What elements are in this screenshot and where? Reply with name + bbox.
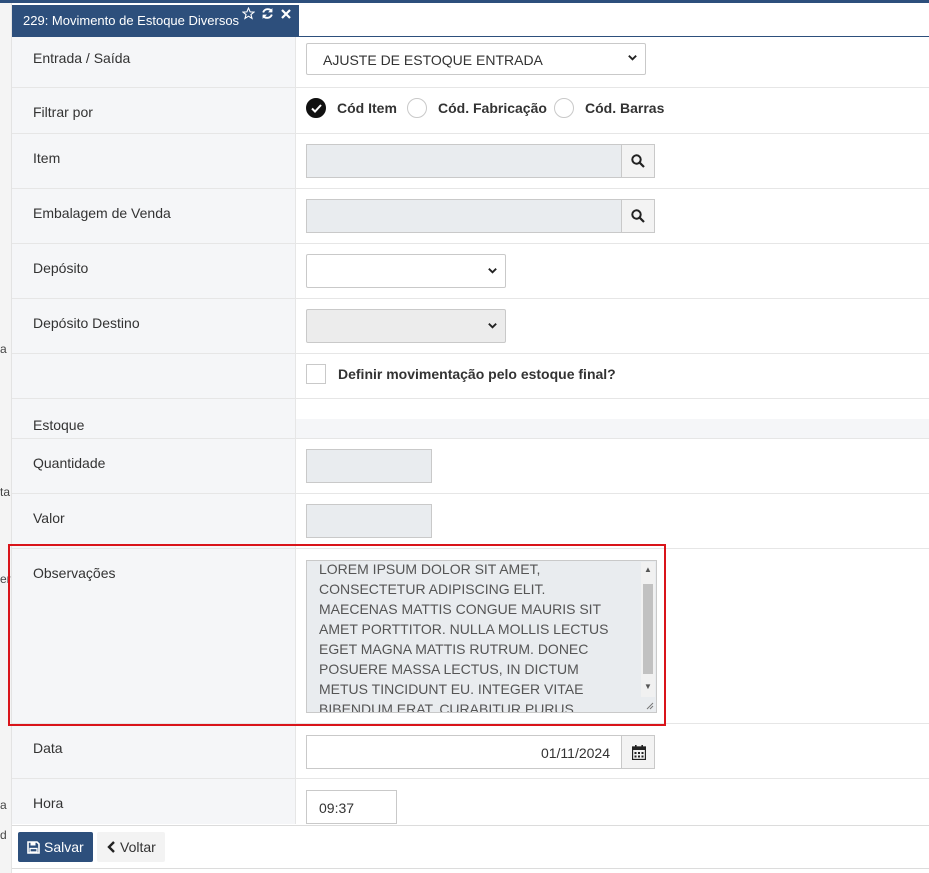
top-accent-bar xyxy=(0,0,929,3)
row-definir: Definir movimentação pelo estoque final? xyxy=(12,354,929,399)
chevron-down-icon xyxy=(488,268,497,274)
definir-label: Definir movimentação pelo estoque final? xyxy=(338,366,616,382)
radio-checked-icon xyxy=(306,98,326,118)
deposito-label: Depósito xyxy=(33,260,89,276)
form-footer: Salvar Voltar xyxy=(12,825,929,869)
row-hora: Hora 09:37 xyxy=(12,779,929,824)
deposito-destino-label: Depósito Destino xyxy=(33,315,140,331)
scroll-up-icon[interactable]: ▲ xyxy=(644,566,652,574)
search-icon xyxy=(631,209,645,223)
edge-text-fragment: er xyxy=(0,572,11,586)
edge-text-fragment: a xyxy=(0,798,7,812)
radio-unchecked-icon xyxy=(407,98,427,118)
chevron-down-icon xyxy=(628,55,637,61)
radio-label: Cód. Fabricação xyxy=(438,100,547,116)
observacoes-textarea[interactable]: LOREM IPSUM DOLOR SIT AMET, CONSECTETUR … xyxy=(306,560,657,713)
floppy-disk-icon xyxy=(27,841,40,854)
row-filtrar-por: Filtrar por Cód Item Cód. Fabricação Cód… xyxy=(12,88,929,134)
edge-text-fragment: d xyxy=(0,828,7,842)
refresh-icon[interactable] xyxy=(261,7,274,23)
filtrar-por-label: Filtrar por xyxy=(33,104,93,120)
row-valor: Valor xyxy=(12,494,929,549)
embalagem-input[interactable] xyxy=(306,199,621,233)
radio-label: Cód. Barras xyxy=(585,100,665,116)
window-tab[interactable]: 229: Movimento de Estoque Diversos xyxy=(12,5,299,36)
entrada-saida-select[interactable]: AJUSTE DE ESTOQUE ENTRADA xyxy=(306,43,646,75)
calendar-icon xyxy=(632,745,646,760)
data-label: Data xyxy=(33,740,63,756)
quantidade-label: Quantidade xyxy=(33,455,106,471)
deposito-destino-select[interactable] xyxy=(306,309,506,343)
item-input[interactable] xyxy=(306,144,621,178)
item-label: Item xyxy=(33,150,61,166)
row-estoque-section: Estoque xyxy=(12,399,929,439)
save-label: Salvar xyxy=(44,839,84,855)
background-page-edge: a ta er a d xyxy=(0,3,12,873)
quantidade-input[interactable] xyxy=(306,449,432,483)
stock-movement-form: Entrada / Saída AJUSTE DE ESTOQUE ENTRAD… xyxy=(12,37,929,824)
row-embalagem: Embalagem de Venda xyxy=(12,189,929,244)
deposito-select[interactable] xyxy=(306,254,506,288)
row-entrada-saida: Entrada / Saída AJUSTE DE ESTOQUE ENTRAD… xyxy=(12,37,929,88)
embalagem-search-button[interactable] xyxy=(621,199,655,233)
search-icon xyxy=(631,154,645,168)
time-input[interactable]: 09:37 xyxy=(306,790,397,824)
estoque-section-title: Estoque xyxy=(33,417,85,433)
observacoes-text: LOREM IPSUM DOLOR SIT AMET, CONSECTETUR … xyxy=(319,561,609,713)
close-icon[interactable] xyxy=(280,7,292,23)
edge-text-fragment: a xyxy=(0,342,7,356)
embalagem-label: Embalagem de Venda xyxy=(33,205,171,221)
chevron-left-icon xyxy=(107,841,115,853)
radio-label: Cód Item xyxy=(337,100,397,116)
entrada-saida-label: Entrada / Saída xyxy=(33,50,131,66)
valor-label: Valor xyxy=(33,510,65,526)
resize-handle-icon[interactable] xyxy=(644,700,654,710)
radio-unchecked-icon xyxy=(554,98,574,118)
observacoes-label: Observações xyxy=(33,565,116,581)
date-input[interactable]: 01/11/2024 xyxy=(306,735,622,769)
textarea-scrollbar[interactable]: ▲ ▼ xyxy=(641,562,655,697)
row-deposito-destino: Depósito Destino xyxy=(12,299,929,354)
date-value: 01/11/2024 xyxy=(540,745,610,761)
scroll-down-icon[interactable]: ▼ xyxy=(644,683,652,691)
definir-checkbox[interactable] xyxy=(306,364,326,384)
edge-text-fragment: ta xyxy=(0,485,11,499)
hora-label: Hora xyxy=(33,795,64,811)
star-icon[interactable] xyxy=(241,6,256,23)
row-deposito: Depósito xyxy=(12,244,929,299)
entrada-saida-value: AJUSTE DE ESTOQUE ENTRADA xyxy=(323,52,543,68)
chevron-down-icon xyxy=(488,323,497,329)
row-item: Item xyxy=(12,134,929,189)
calendar-button[interactable] xyxy=(621,735,655,769)
row-quantidade: Quantidade xyxy=(12,439,929,494)
row-observacoes: Observações LOREM IPSUM DOLOR SIT AMET, … xyxy=(12,549,929,724)
item-search-button[interactable] xyxy=(621,144,655,178)
time-value: 09:37 xyxy=(319,800,355,816)
valor-input[interactable] xyxy=(306,504,432,538)
row-data: Data 01/11/2024 xyxy=(12,724,929,779)
back-label: Voltar xyxy=(120,839,156,855)
tab-title: 229: Movimento de Estoque Diversos xyxy=(23,13,240,28)
back-button[interactable]: Voltar xyxy=(97,832,165,862)
save-button[interactable]: Salvar xyxy=(18,832,93,862)
scrollbar-thumb[interactable] xyxy=(643,584,653,674)
